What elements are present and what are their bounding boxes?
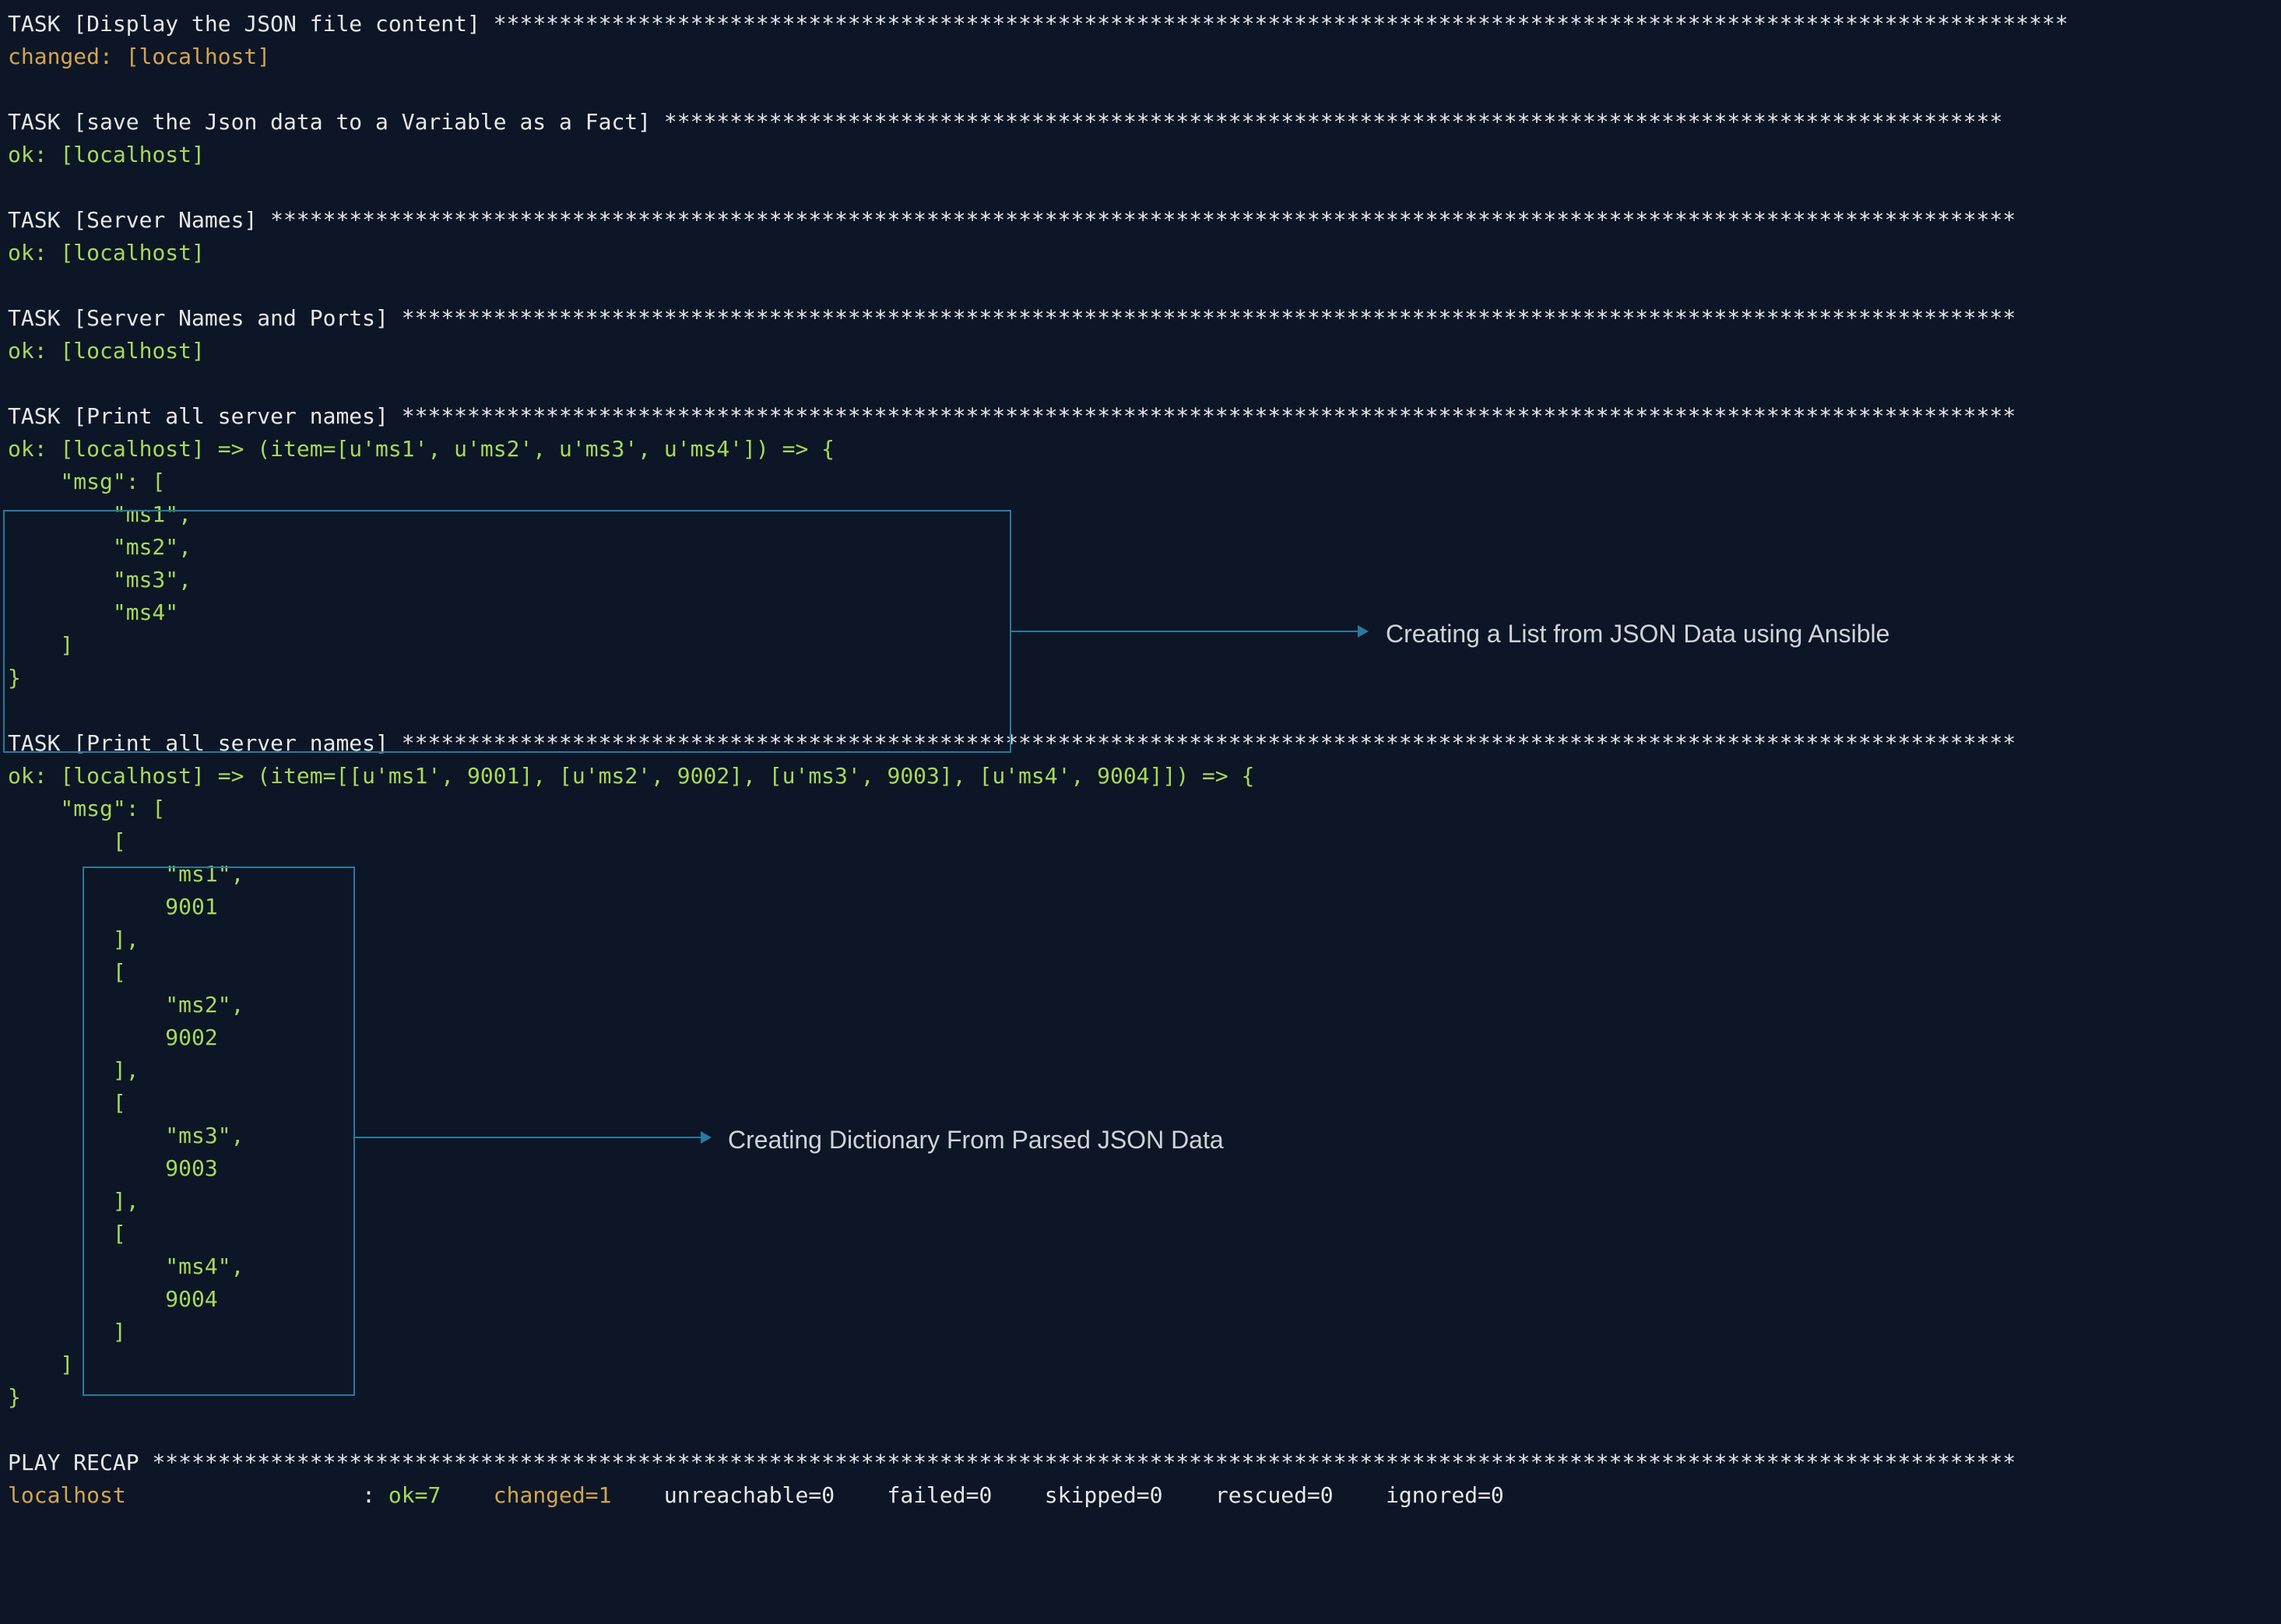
entry-open: [ — [0, 1218, 2281, 1250]
terminal-output: TASK [Display the JSON file content] ***… — [0, 0, 2281, 1520]
list-item: "ms4" — [0, 596, 2281, 629]
task-status: ok: [localhost] — [0, 139, 2281, 171]
play-recap-header: PLAY RECAP *****************************… — [0, 1446, 2281, 1479]
entry-close: ], — [0, 1185, 2281, 1218]
list-item: "ms1", — [0, 498, 2281, 531]
entry-name: "ms4", — [0, 1250, 2281, 1283]
task-status: ok: [localhost] — [0, 237, 2281, 269]
entry-open: [ — [0, 1087, 2281, 1120]
task-output-line: ok: [localhost] => (item=[[u'ms1', 9001]… — [0, 760, 2281, 793]
entry-close: ], — [0, 923, 2281, 956]
entry-name: "ms1", — [0, 858, 2281, 891]
arrow-head-icon — [701, 1131, 712, 1144]
task-header: TASK [Server Names] ********************… — [0, 204, 2281, 237]
brace-close: } — [0, 662, 2281, 694]
entry-open: [ — [0, 825, 2281, 858]
task-header: TASK [Display the JSON file content] ***… — [0, 8, 2281, 40]
task-output-line: ok: [localhost] => (item=[u'ms1', u'ms2'… — [0, 433, 2281, 466]
msg-open: "msg": [ — [0, 466, 2281, 498]
brace-close: } — [0, 1381, 2281, 1414]
msg-close: ] — [0, 1348, 2281, 1381]
msg-open: "msg": [ — [0, 793, 2281, 825]
task-header: TASK [Print all server names] **********… — [0, 400, 2281, 433]
entry-open: [ — [0, 956, 2281, 989]
entry-close: ], — [0, 1054, 2281, 1087]
arrow-head-icon — [1358, 625, 1369, 638]
task-status: changed: [localhost] — [0, 40, 2281, 73]
entry-port: 9001 — [0, 891, 2281, 923]
task-header: TASK [Print all server names] **********… — [0, 727, 2281, 760]
entry-port: 9002 — [0, 1021, 2281, 1054]
entry-close: ] — [0, 1316, 2281, 1348]
list-item: "ms3", — [0, 564, 2281, 596]
arrow-line-1 — [1011, 631, 1358, 632]
task-status: ok: [localhost] — [0, 335, 2281, 367]
task-header: TASK [save the Json data to a Variable a… — [0, 106, 2281, 139]
entry-name: "ms2", — [0, 989, 2281, 1021]
task-header: TASK [Server Names and Ports] **********… — [0, 302, 2281, 335]
annotation-list: Creating a List from JSON Data using Ans… — [1386, 615, 1889, 652]
arrow-line-2 — [355, 1137, 701, 1138]
annotation-dict: Creating Dictionary From Parsed JSON Dat… — [728, 1121, 1224, 1158]
play-recap-line: localhost : ok=7 changed=1 unreachable=0… — [0, 1479, 2281, 1512]
msg-close: ] — [0, 629, 2281, 662]
list-item: "ms2", — [0, 531, 2281, 564]
entry-port: 9004 — [0, 1283, 2281, 1316]
